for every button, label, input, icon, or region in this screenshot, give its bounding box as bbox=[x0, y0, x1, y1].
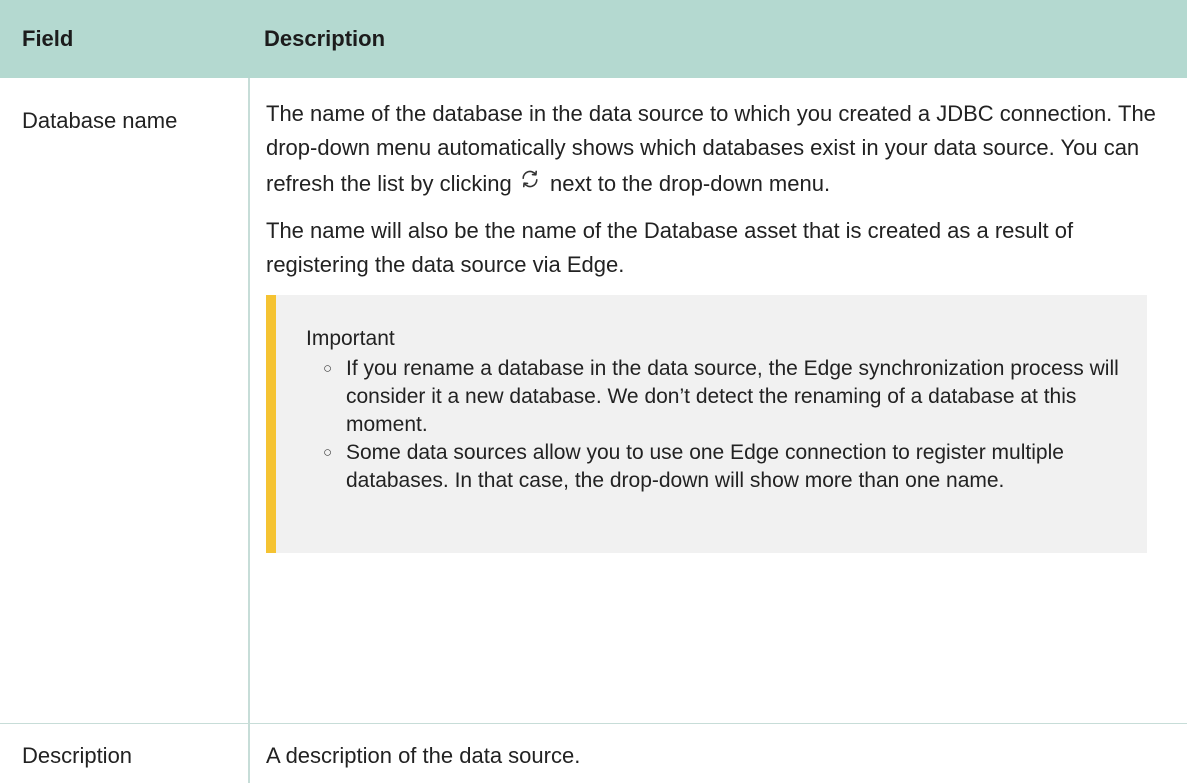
paragraph-text: next to the drop-down menu. bbox=[550, 171, 831, 196]
important-callout: Important ○ If you rename a database in t… bbox=[266, 295, 1147, 553]
list-item: ○ If you rename a database in the data so… bbox=[323, 355, 1127, 439]
list-item-text: Some data sources allow you to use one E… bbox=[346, 441, 1064, 492]
description-cell: The name of the database in the data sou… bbox=[249, 78, 1187, 723]
header-description: Description bbox=[264, 26, 386, 51]
list-item-text: If you rename a database in the data sou… bbox=[346, 357, 1119, 436]
refresh-icon[interactable] bbox=[520, 165, 540, 188]
callout-title: Important bbox=[306, 327, 395, 350]
description-paragraph: The name of the database in the data sou… bbox=[266, 97, 1161, 201]
header-row: Field Description bbox=[0, 0, 1187, 78]
fields-table: Field Description Database name The name… bbox=[0, 0, 1187, 783]
description-paragraph: The name will also be the name of the Da… bbox=[266, 218, 1074, 277]
field-cell: Description bbox=[0, 723, 250, 783]
table-header: Field Description bbox=[0, 0, 1187, 78]
header-field: Field bbox=[22, 26, 74, 51]
field-cell: Database name bbox=[0, 78, 250, 723]
callout-list: ○ If you rename a database in the data so… bbox=[306, 355, 1127, 495]
bullet-icon: ○ bbox=[323, 360, 333, 377]
table-row: Description A description of the data so… bbox=[0, 723, 1187, 783]
table-body: Database name The name of the database i… bbox=[0, 78, 1187, 783]
bullet-icon: ○ bbox=[323, 444, 333, 461]
table-row: Database name The name of the database i… bbox=[0, 78, 1187, 723]
list-item: ○ Some data sources allow you to use one … bbox=[323, 439, 1127, 495]
description-cell: A description of the data source. bbox=[266, 742, 581, 768]
